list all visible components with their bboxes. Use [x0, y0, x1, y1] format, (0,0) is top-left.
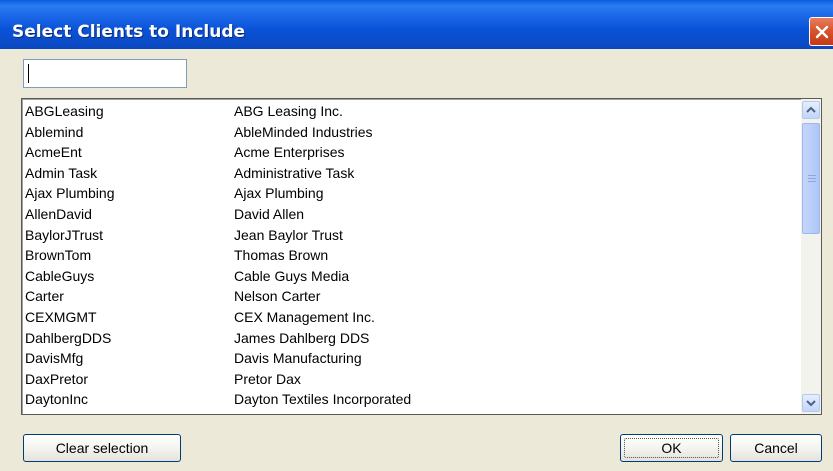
client-code: AllenDavid — [25, 205, 92, 222]
client-row[interactable]: AcmeEnt Acme Enterprises — [22, 142, 800, 163]
client-row[interactable]: BrownTom Thomas Brown — [22, 245, 800, 266]
close-icon — [815, 25, 829, 39]
client-name: Nelson Carter — [234, 288, 321, 305]
dialog-title: Select Clients to Include — [12, 22, 246, 42]
client-code: Ajax Plumbing — [25, 185, 115, 202]
client-code: AcmeEnt — [25, 144, 82, 161]
client-filter-input[interactable] — [23, 59, 187, 88]
text-caret — [28, 64, 29, 83]
client-code: Admin Task — [25, 164, 98, 181]
thumb-grip-line — [808, 178, 816, 179]
client-code: ABGLeasing — [25, 103, 104, 119]
client-name: AbleMinded Industries — [234, 123, 373, 140]
client-name: Cable Guys Media — [234, 267, 350, 284]
scroll-down-button[interactable] — [802, 394, 820, 412]
ok-button[interactable]: OK — [620, 434, 723, 462]
scroll-thumb[interactable] — [802, 123, 820, 234]
client-code: CEXMGMT — [25, 308, 97, 325]
client-code: BaylorJTrust — [25, 226, 104, 243]
clear-selection-button[interactable]: Clear selection — [23, 434, 181, 462]
client-code: DaxPretor — [25, 370, 89, 387]
focus-rectangle — [624, 438, 719, 458]
cancel-button[interactable]: Cancel — [730, 434, 822, 462]
client-name: Dayton Textiles Incorporated — [234, 391, 412, 408]
client-code: Carter — [25, 288, 64, 305]
client-code: Ablemind — [25, 123, 84, 140]
client-name: Acme Enterprises — [234, 144, 345, 161]
client-row[interactable]: ABGLeasing ABG Leasing Inc. — [22, 101, 800, 122]
client-name: Davis Manufacturing — [234, 350, 362, 367]
client-code: BrownTom — [25, 247, 92, 264]
client-row[interactable]: BaylorJTrust Jean Baylor Trust — [22, 225, 800, 246]
client-name: Pretor Dax — [234, 370, 301, 387]
client-list: ABGLeasing ABG Leasing Inc. Ablemind AbleMi… — [22, 101, 800, 410]
client-row[interactable]: Ajax Plumbing Ajax Plumbing — [22, 183, 800, 204]
client-name: Jean Baylor Trust — [234, 226, 343, 243]
client-code: DaytonInc — [25, 391, 89, 408]
client-row[interactable]: Carter Nelson Carter — [22, 286, 800, 307]
client-row[interactable]: DahlbergDDS James Dahlberg DDS — [22, 328, 800, 349]
client-code: CableGuys — [25, 267, 95, 284]
client-row[interactable]: DaytonInc Dayton Textiles Incorporated — [22, 389, 800, 410]
scroll-up-button[interactable] — [802, 101, 820, 119]
client-name: Ajax Plumbing — [234, 185, 324, 202]
client-listbox[interactable]: ABGLeasing ABG Leasing Inc. Ablemind AbleMi… — [21, 98, 822, 415]
client-row[interactable]: DaxPretor Pretor Dax — [22, 369, 800, 390]
thumb-grip-line — [808, 175, 816, 176]
client-row[interactable]: Admin Task Administrative Task — [22, 163, 800, 184]
vertical-scrollbar[interactable] — [801, 99, 821, 414]
client-row[interactable]: Ablemind AbleMinded Industries — [22, 122, 800, 143]
client-row[interactable]: CableGuys Cable Guys Media — [22, 266, 800, 287]
client-code: DavisMfg — [25, 350, 84, 367]
client-name: David Allen — [234, 205, 305, 222]
client-row[interactable]: AllenDavid David Allen — [22, 204, 800, 225]
chevron-up-icon — [806, 106, 816, 113]
client-name: Administrative Task — [234, 164, 355, 181]
chevron-down-icon — [806, 400, 816, 407]
client-row[interactable]: CEXMGMT CEX Management Inc. — [22, 307, 800, 328]
client-code: DahlbergDDS — [25, 329, 112, 346]
client-name: ABG Leasing Inc. — [234, 103, 343, 119]
client-row[interactable]: DavisMfg Davis Manufacturing — [22, 348, 800, 369]
client-name: James Dahlberg DDS — [234, 329, 370, 346]
select-clients-dialog: Select Clients to Include ABGLeasing ABG … — [0, 0, 833, 471]
close-button[interactable] — [809, 17, 833, 46]
title-bar[interactable]: Select Clients to Include — [0, 0, 833, 49]
client-name: Thomas Brown — [234, 247, 329, 264]
thumb-grip-line — [808, 181, 816, 182]
client-name: CEX Management Inc. — [234, 308, 375, 325]
